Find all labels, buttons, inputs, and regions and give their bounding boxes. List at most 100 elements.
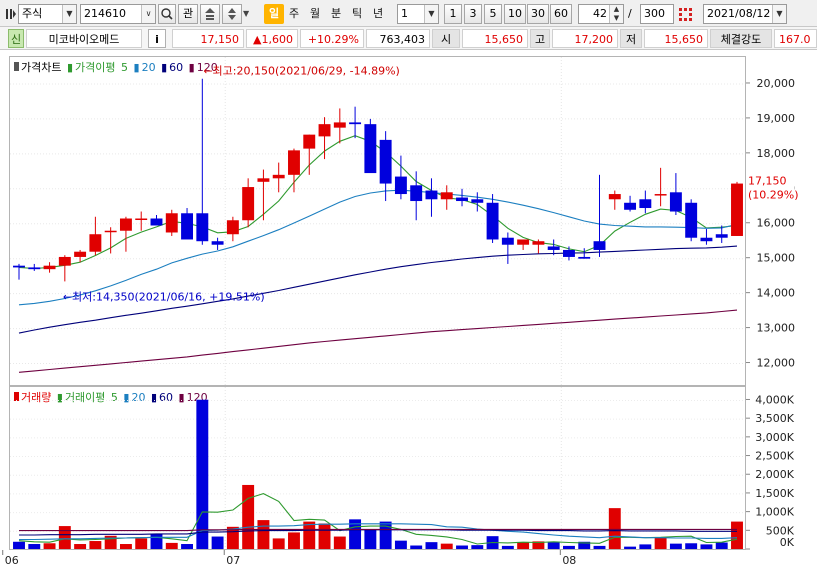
volume-bar — [242, 484, 255, 549]
volume-bar — [196, 399, 209, 549]
search-icon[interactable] — [158, 4, 176, 24]
chart-toolbar: 주식 ▼ 214610 ∨ 관 ▼ 일 주 월 분 틱 년 1 ▼ 1 3 5 … — [0, 0, 817, 27]
interval-60-button[interactable]: 60 — [550, 4, 572, 24]
updown-stepper-icon[interactable] — [222, 4, 242, 24]
candle-body — [685, 202, 698, 238]
volume-bar — [272, 538, 285, 549]
volume-bar — [150, 533, 163, 549]
candle — [303, 134, 316, 175]
change-rate: +10.29% — [300, 29, 364, 48]
candle-body — [639, 199, 652, 209]
strength-label: 체결강도 — [710, 29, 772, 48]
volume-bar — [685, 543, 698, 549]
candle — [211, 237, 224, 250]
market-select[interactable]: 주식 ▼ — [18, 4, 77, 24]
stock-list-icon[interactable] — [200, 4, 220, 24]
candle-body — [486, 202, 499, 240]
interval-1-button[interactable]: 1 — [444, 4, 462, 24]
volume-axis-label: 0K — [780, 536, 795, 549]
total-count-value: 300 — [644, 7, 665, 20]
candle-body — [715, 234, 728, 238]
candle-body — [578, 256, 591, 259]
period-year-tab[interactable]: 년 — [368, 4, 388, 24]
volume-axis-label: 3,500K — [755, 412, 794, 425]
period-tick-tab[interactable]: 틱 — [347, 4, 367, 24]
volume-bar — [425, 542, 438, 549]
volume-bar — [257, 520, 270, 549]
candle — [89, 216, 102, 256]
candle — [639, 190, 652, 214]
price-chart-panel[interactable]: 가격차트 ▮ 가격이평 5 ▮ 20 ▮ 60 ▮ 120 ←최고:20,150(202… — [9, 56, 746, 386]
candle-body — [517, 239, 530, 245]
period-day-tab[interactable]: 일 — [264, 4, 284, 24]
price-axis-label: 12,000 — [757, 357, 796, 370]
grid-settings-icon[interactable] — [677, 4, 695, 24]
candle — [288, 148, 300, 193]
volume-bar — [43, 543, 56, 549]
candle-body — [425, 190, 438, 200]
candle-body — [700, 237, 713, 242]
candle-body — [318, 124, 331, 137]
volume-axis-label: 4,000K — [755, 393, 794, 406]
favorites-button[interactable]: 관 — [178, 4, 198, 24]
volume-chart-panel[interactable]: 거래량 ▮ 거래이평 5 ▮ 20 ▮ 60 ▮ 120 — [9, 386, 746, 550]
candle-body — [654, 194, 667, 196]
favorites-label: 관 — [182, 7, 194, 20]
candle — [532, 239, 545, 254]
candle-body — [303, 134, 316, 149]
dropdown-icon[interactable]: ▼ — [62, 5, 76, 23]
period-month-tab[interactable]: 월 — [305, 4, 325, 24]
interval-3-button[interactable]: 3 — [464, 4, 482, 24]
period-minute-tab[interactable]: 분 — [326, 4, 346, 24]
candle — [318, 117, 331, 160]
candle — [181, 208, 194, 240]
interval-select[interactable]: 1 ▼ — [397, 4, 439, 24]
stepper-dropdown-icon[interactable]: ▼ — [243, 4, 253, 24]
low-price: 15,650 — [644, 29, 708, 48]
last-price-label: 17,150 — [748, 175, 787, 188]
candle-body — [74, 251, 87, 257]
candle-body — [456, 197, 468, 202]
candle — [562, 246, 575, 261]
candle-body — [196, 213, 209, 242]
volume-axis-label: 2,500K — [755, 450, 794, 463]
high-price: 17,200 — [552, 29, 618, 48]
calendar-icon[interactable]: ▼ — [772, 5, 786, 23]
candle — [349, 106, 362, 139]
chevron-down-icon[interactable]: ∨ — [141, 5, 155, 23]
x-axis: 06 07 08 — [0, 550, 817, 567]
volume-bar — [135, 538, 148, 549]
total-count-input[interactable]: 300 — [640, 4, 674, 24]
candle-body — [593, 241, 606, 250]
candle-body — [272, 174, 285, 179]
stock-code-input[interactable]: 214610 ∨ — [80, 4, 156, 24]
candle — [700, 228, 713, 245]
date-picker[interactable]: 2021/08/12 ▼ — [703, 4, 787, 24]
candle-body — [28, 267, 41, 270]
interval-30-button[interactable]: 30 — [527, 4, 549, 24]
volume-axis-label: 3,000K — [755, 431, 794, 444]
candle-body — [608, 194, 621, 200]
chart-menu-icon[interactable] — [4, 4, 16, 24]
candle-body — [257, 178, 270, 182]
strength-value: 167.0 — [774, 29, 817, 48]
stock-info-button[interactable]: i — [148, 29, 166, 48]
view-count-value: 42 — [593, 7, 607, 20]
interval-10-button[interactable]: 10 — [504, 4, 526, 24]
candle — [501, 232, 514, 264]
candle — [28, 263, 41, 271]
volume-bar — [288, 532, 300, 549]
volume-bar — [654, 537, 667, 549]
period-week-tab[interactable]: 주 — [284, 4, 304, 24]
open-label: 시 — [432, 29, 460, 48]
price-axis-label: 20,000 — [757, 77, 796, 90]
volume-chart-svg — [10, 387, 745, 549]
count-stepper-icon[interactable]: ▲ ▼ — [609, 5, 623, 23]
view-count-input[interactable]: 42 ▲ ▼ — [578, 4, 624, 24]
candle-body — [562, 249, 575, 257]
candle-body — [13, 265, 25, 268]
interval-5-button[interactable]: 5 — [484, 4, 502, 24]
dropdown-icon[interactable]: ▼ — [424, 5, 438, 23]
volume-y-axis: 4,000K 3,500K 3,000K 2,500K 2,000K 1,500K 1,00… — [746, 386, 817, 550]
candle — [624, 195, 637, 212]
